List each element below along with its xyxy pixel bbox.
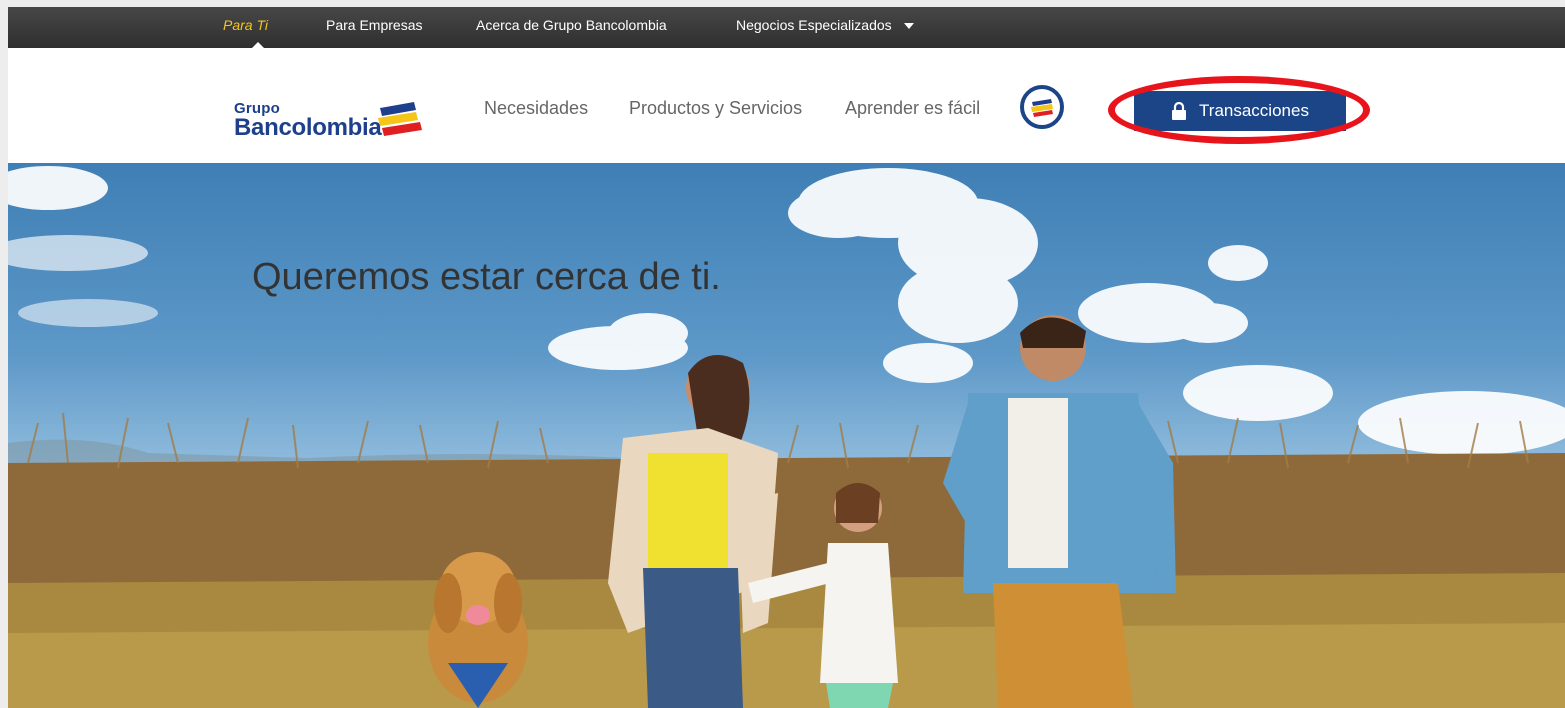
nav-necesidades[interactable]: Necesidades (484, 98, 588, 119)
nav-productos-servicios[interactable]: Productos y Servicios (629, 98, 802, 119)
hero-banner: Queremos estar cerca de ti. (8, 163, 1565, 708)
topnav-acerca[interactable]: Acerca de Grupo Bancolombia (476, 17, 667, 33)
topnav-para-ti[interactable]: Para Ti (223, 17, 268, 33)
hero-family-photo (8, 166, 1565, 708)
topnav-para-empresas[interactable]: Para Empresas (326, 17, 422, 33)
top-navigation-bar: Para Ti Para Empresas Acerca de Grupo Ba… (8, 7, 1565, 48)
lock-icon (1172, 102, 1187, 120)
nav-aprender-es-facil[interactable]: Aprender es fácil (845, 98, 980, 119)
main-header: Grupo Bancolombia Necesidades Productos … (8, 48, 1565, 163)
page-frame: Para Ti Para Empresas Acerca de Grupo Ba… (8, 7, 1565, 708)
transacciones-button[interactable]: Transacciones (1134, 91, 1346, 131)
chevron-down-icon (903, 23, 914, 30)
hero-title: Queremos estar cerca de ti. (252, 256, 721, 298)
topnav-negocios-especializados[interactable]: Negocios Especializados (736, 17, 914, 33)
logo-stripes-icon (378, 102, 422, 136)
bancolombia-circle-icon[interactable] (1019, 84, 1065, 130)
topnav-negocios-label: Negocios Especializados (736, 17, 892, 33)
transacciones-label: Transacciones (1199, 101, 1309, 120)
logo-text-bancolombia: Bancolombia (234, 114, 382, 141)
bancolombia-logo[interactable]: Grupo Bancolombia (226, 94, 426, 154)
